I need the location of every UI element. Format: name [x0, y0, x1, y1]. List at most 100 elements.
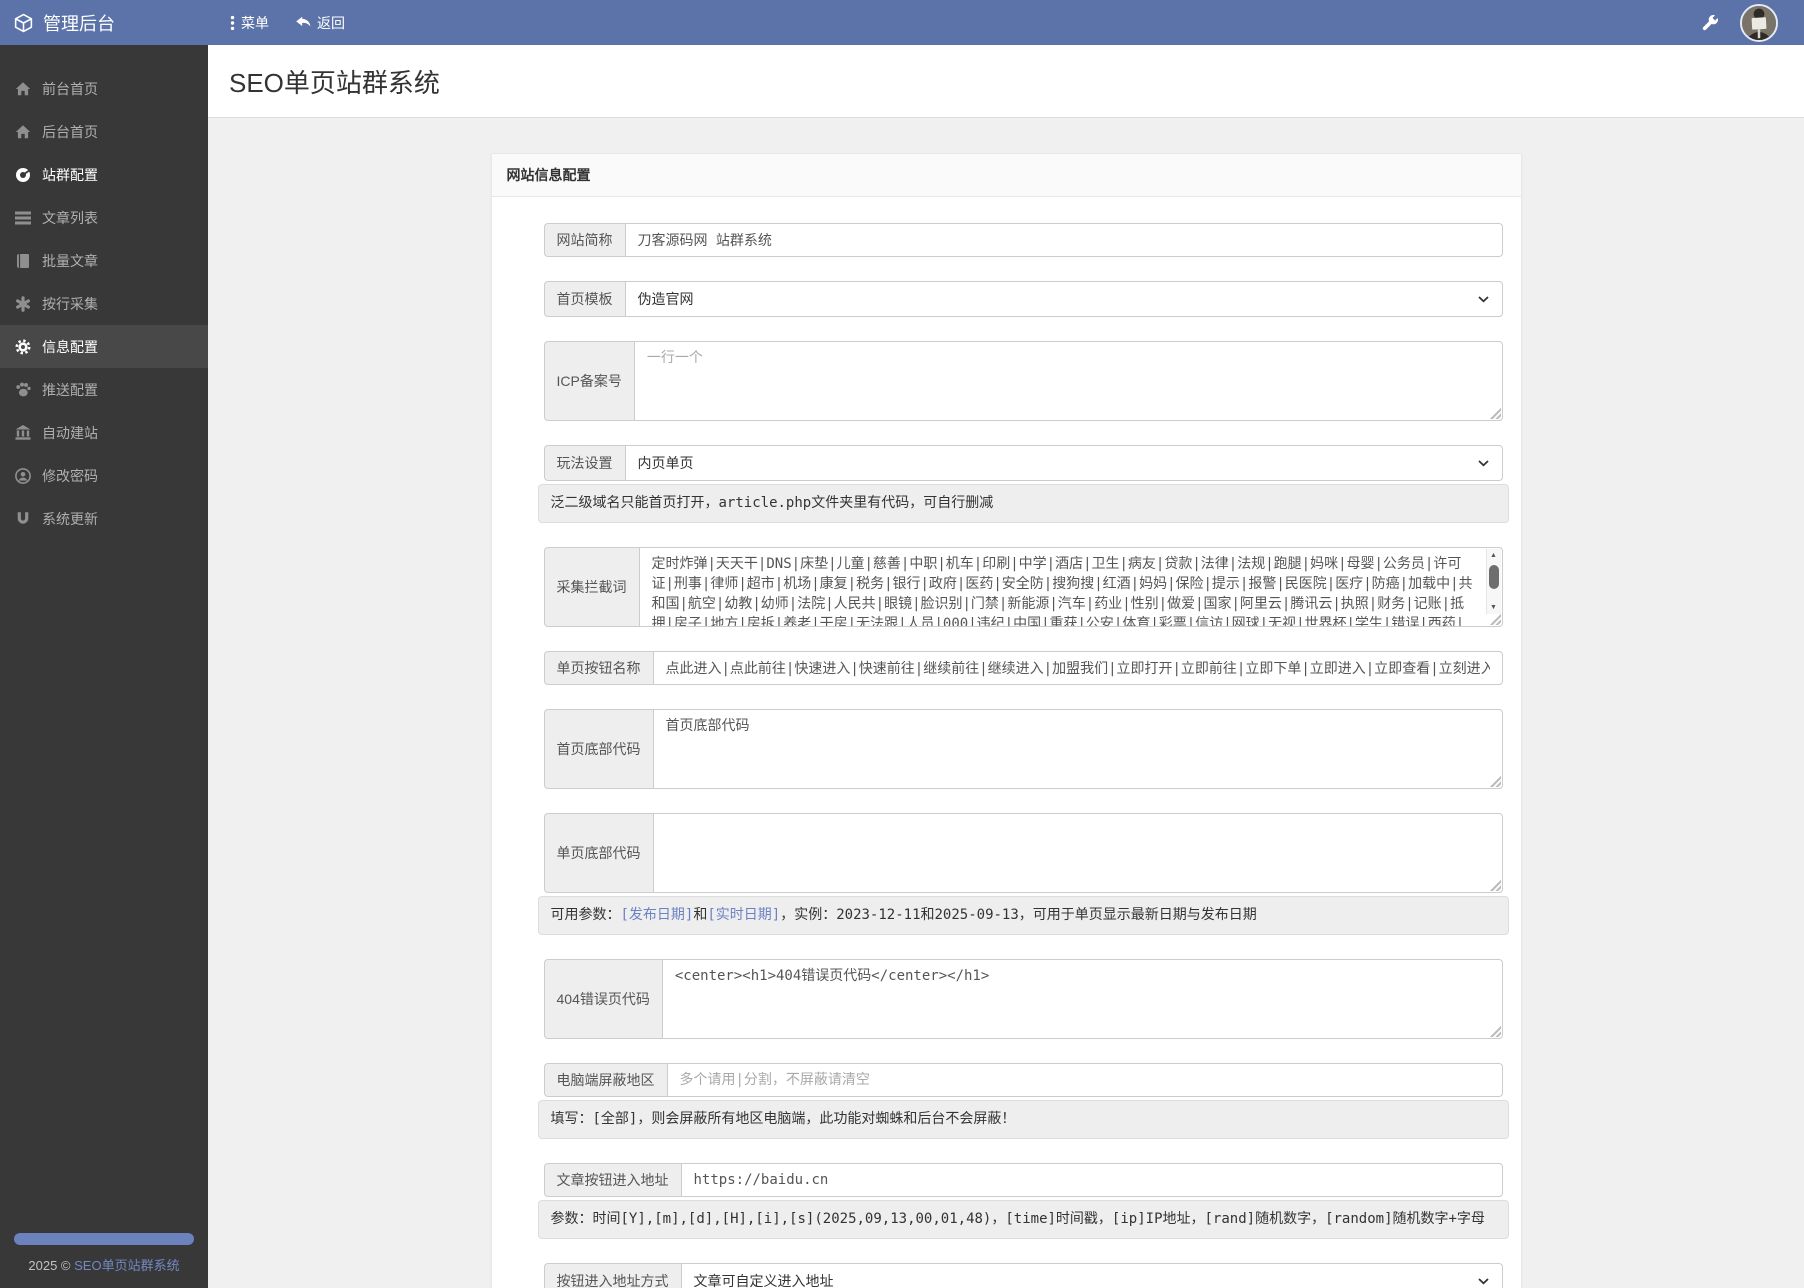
realtime-date-param-link[interactable]: [实时日期]	[707, 907, 780, 923]
hint-text: 和	[693, 907, 708, 923]
pc-block-region-input[interactable]	[666, 1063, 1503, 1097]
resize-grip[interactable]	[1489, 880, 1501, 891]
ellipsis-v-icon	[230, 15, 235, 31]
copyright-link[interactable]: SEO单页站群系统	[74, 1258, 179, 1273]
scroll-up-icon[interactable]: ▲	[1487, 549, 1501, 562]
copyright: 2025 © SEO单页站群系统	[0, 1255, 208, 1274]
globe-icon	[15, 167, 31, 183]
block-words-textarea[interactable]: 定时炸弹|天天干|DNS|床垫|儿童|慈善|中职|机车|印刷|中学|酒店|卫生|…	[638, 547, 1503, 627]
textarea-scrollbar[interactable]: ▲ ▼	[1485, 549, 1501, 614]
sidebar-item-auto-build[interactable]: 自动建站	[0, 411, 208, 454]
hint-text: 可用参数：	[550, 907, 621, 923]
button-url-mode-label: 按钮进入地址方式	[543, 1263, 681, 1288]
sidebar-item-label: 按行采集	[42, 295, 98, 312]
sidebar-item-info-config[interactable]: 信息配置	[0, 325, 208, 368]
sidebar-item-article-list[interactable]: 文章列表	[0, 196, 208, 239]
article-button-url-input[interactable]	[680, 1163, 1503, 1197]
sidebar-item-change-password[interactable]: 修改密码	[0, 454, 208, 497]
sidebar-scroll-bar[interactable]	[14, 1233, 194, 1245]
home-icon	[15, 81, 31, 97]
topnav: 菜单 返回	[230, 13, 345, 33]
page-footer-code-label: 单页底部代码	[543, 813, 653, 893]
group-site-name: 网站简称	[538, 223, 1509, 257]
sidebar-item-label: 推送配置	[42, 381, 98, 398]
user-avatar[interactable]	[1740, 3, 1778, 42]
list-icon	[15, 210, 31, 226]
sidebar-item-push-config[interactable]: 推送配置	[0, 368, 208, 411]
resize-grip[interactable]	[1489, 408, 1501, 419]
error404-textarea[interactable]: <center><h1>404错误页代码</center></h1>	[661, 959, 1503, 1039]
group-icp: ICP备案号	[538, 341, 1509, 421]
sidebar-item-label: 系统更新	[42, 510, 98, 527]
group-error404: 404错误页代码 <center><h1>404错误页代码</center></…	[538, 959, 1509, 1039]
bank-icon	[15, 425, 31, 441]
publish-date-param-link[interactable]: [发布日期]	[621, 907, 694, 923]
magnet-icon	[15, 511, 31, 527]
play-mode-value: 内页单页	[637, 455, 694, 471]
topbar-right	[1702, 3, 1804, 42]
home-icon	[15, 124, 31, 140]
group-block-words: 采集拦截词 定时炸弹|天天干|DNS|床垫|儿童|慈善|中职|机车|印刷|中学|…	[538, 547, 1509, 627]
site-name-label: 网站简称	[543, 223, 625, 257]
group-pc-block-region: 电脑端屏蔽地区 填写：[全部]，则会屏蔽所有地区电脑端，此功能对蜘蛛和后台不会屏…	[537, 1063, 1509, 1139]
copyright-year: 2025 ©	[28, 1258, 75, 1273]
asterisk-icon	[15, 295, 31, 312]
sidebar-item-system-update[interactable]: 系统更新	[0, 497, 208, 540]
play-mode-select[interactable]: 内页单页	[624, 445, 1503, 481]
page-header: SEO单页站群系统	[208, 45, 1804, 118]
sidebar: 前台首页 后台首页 站群配置 文章列表 批量文章 按行采集 信息配置 推送配置 …	[0, 45, 208, 1288]
pc-block-region-label: 电脑端屏蔽地区	[543, 1063, 667, 1097]
scroll-down-icon[interactable]: ▼	[1487, 601, 1501, 614]
group-button-url-mode: 按钮进入地址方式 文章可自定义进入地址	[538, 1263, 1509, 1288]
sidebar-item-front-home[interactable]: 前台首页	[0, 67, 208, 110]
main-content: SEO单页站群系统 网站信息配置 网站简称 首页模板	[208, 45, 1804, 1288]
sidebar-item-label: 文章列表	[42, 209, 98, 226]
back-link[interactable]: 返回	[295, 13, 345, 33]
sidebar-item-sitegroup-config[interactable]: 站群配置	[0, 153, 208, 196]
brand[interactable]: 管理后台	[0, 10, 208, 36]
card-title: 网站信息配置	[491, 154, 1521, 197]
content-area: 网站信息配置 网站简称 首页模板	[208, 118, 1804, 1288]
page-footer-code-textarea[interactable]	[652, 813, 1503, 893]
home-footer-code-textarea[interactable]: 首页底部代码	[652, 709, 1503, 789]
resize-grip[interactable]	[1489, 1026, 1501, 1037]
group-page-footer-code: 单页底部代码 可用参数：[发布日期]和[实时日期]，实例：2023-12-11和…	[537, 813, 1509, 935]
group-button-names: 单页按钮名称	[538, 651, 1509, 685]
sidebar-item-admin-home[interactable]: 后台首页	[0, 110, 208, 153]
brand-label: 管理后台	[43, 13, 115, 34]
home-template-select[interactable]: 伪造官网	[624, 281, 1503, 317]
resize-grip[interactable]	[1489, 776, 1501, 787]
button-url-mode-select[interactable]: 文章可自定义进入地址	[680, 1263, 1503, 1288]
group-article-button-url: 文章按钮进入地址 参数：时间[Y],[m],[d],[H],[i],[s](20…	[537, 1163, 1509, 1239]
sidebar-item-label: 前台首页	[42, 80, 98, 97]
hint-text: ，实例：2023-12-11和2025-09-13，可用于单页显示最新日期与发布…	[780, 907, 1257, 923]
group-home-template: 首页模板 伪造官网	[538, 281, 1509, 317]
sidebar-footer: 2025 © SEO单页站群系统	[0, 1233, 208, 1274]
group-play-mode: 玩法设置 内页单页 泛二级域名只能首页打开，article.php文件夹里有代码…	[537, 445, 1509, 523]
article-button-url-hint: 参数：时间[Y],[m],[d],[H],[i],[s](2025,09,13,…	[537, 1200, 1509, 1239]
wrench-icon[interactable]	[1702, 14, 1718, 31]
back-arrow-icon	[295, 16, 311, 29]
menu-label: 菜单	[241, 14, 269, 31]
button-names-label: 单页按钮名称	[543, 651, 653, 685]
icp-label: ICP备案号	[543, 341, 634, 421]
play-mode-label: 玩法设置	[543, 445, 625, 481]
resize-grip[interactable]	[1489, 614, 1501, 625]
button-url-mode-value: 文章可自定义进入地址	[693, 1273, 834, 1288]
icp-textarea[interactable]	[633, 341, 1503, 421]
sidebar-item-batch-articles[interactable]: 批量文章	[0, 239, 208, 282]
sidebar-item-line-collect[interactable]: 按行采集	[0, 282, 208, 325]
button-names-input[interactable]	[652, 651, 1503, 685]
scrollbar-thumb[interactable]	[1489, 565, 1499, 589]
scrollbar-track[interactable]	[1487, 562, 1501, 601]
chevron-down-icon	[1477, 296, 1489, 303]
block-words-label: 采集拦截词	[543, 547, 639, 627]
cube-icon	[13, 13, 34, 33]
home-template-value: 伪造官网	[637, 291, 694, 307]
card-body: 网站简称 首页模板 伪造官网	[492, 197, 1521, 1288]
home-template-label: 首页模板	[543, 281, 625, 317]
sidebar-item-label: 站群配置	[42, 166, 98, 183]
menu-toggle[interactable]: 菜单	[230, 13, 269, 33]
site-name-input[interactable]	[624, 223, 1503, 257]
sidebar-item-label: 后台首页	[42, 123, 98, 140]
